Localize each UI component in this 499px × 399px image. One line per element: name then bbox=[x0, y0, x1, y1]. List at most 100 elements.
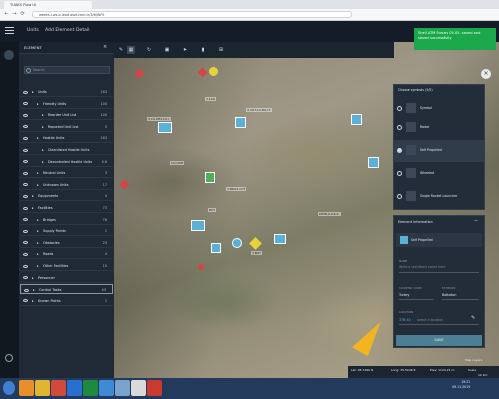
chevron-right-icon[interactable]: ▸ bbox=[33, 285, 35, 295]
select-tool-icon[interactable]: ▦ bbox=[127, 46, 135, 54]
eye-icon[interactable] bbox=[23, 90, 28, 94]
unknown-unit-marker[interactable] bbox=[209, 67, 218, 76]
radio-icon[interactable] bbox=[397, 171, 402, 176]
name-input[interactable]: Write a unit/flea's name here bbox=[399, 265, 445, 269]
tree-row[interactable]: ▸ Bridges 78 bbox=[20, 215, 113, 225]
app-icon[interactable] bbox=[19, 380, 34, 396]
tree-row[interactable]: ▸ Roads 4 bbox=[20, 249, 113, 260]
skype-icon[interactable] bbox=[115, 380, 130, 396]
radio-icon[interactable] bbox=[397, 148, 402, 153]
map-layers-button[interactable]: Map Layers bbox=[465, 358, 482, 362]
friendly-unit-marker[interactable] bbox=[191, 220, 205, 231]
eye-icon[interactable] bbox=[23, 276, 28, 280]
eye-icon[interactable] bbox=[23, 148, 28, 152]
pdf-icon[interactable] bbox=[147, 380, 162, 396]
eye-icon[interactable] bbox=[23, 206, 28, 210]
hamburger-menu-icon[interactable] bbox=[5, 26, 15, 36]
tree-row[interactable]: ▸ Hostile Units 163 bbox=[20, 133, 113, 144]
collapse-icon[interactable]: − bbox=[474, 218, 478, 224]
tree-row[interactable]: ▸ Cleanlisted Hostile Units bbox=[20, 145, 113, 155]
chevron-right-icon[interactable]: ▸ bbox=[37, 168, 39, 178]
tree-row[interactable]: ▸ Supply Points 1 bbox=[20, 226, 113, 237]
radio-icon[interactable] bbox=[397, 125, 402, 130]
eye-icon[interactable] bbox=[23, 252, 28, 256]
chevron-right-icon[interactable]: ▸ bbox=[42, 110, 44, 120]
selected-symbol-row[interactable] bbox=[396, 233, 482, 247]
document-tool-icon[interactable]: ▮ bbox=[199, 46, 207, 54]
tree-row[interactable]: ▸ Personnel bbox=[20, 273, 113, 283]
panel-close-icon[interactable]: × bbox=[103, 44, 107, 50]
tree-row[interactable]: ▸ Obstacles 23 bbox=[20, 238, 113, 248]
eye-icon[interactable] bbox=[23, 194, 28, 198]
chevron-right-icon[interactable]: ▸ bbox=[32, 296, 34, 306]
country-code-select[interactable]: Turkey bbox=[399, 293, 409, 297]
route-tool-icon[interactable]: ➤ bbox=[181, 46, 189, 54]
system-tray-clock[interactable]: 19:21 09.11.2019 bbox=[452, 380, 470, 390]
tree-row[interactable]: ▸ Unknown Units 17 bbox=[20, 180, 113, 190]
tree-row[interactable]: ▸ Known Points 1 bbox=[20, 296, 113, 306]
start-button-icon[interactable] bbox=[3, 381, 15, 395]
save-button[interactable]: SAVE bbox=[396, 335, 482, 346]
tree-row[interactable]: ▸ Reorder Unit List 100 bbox=[20, 110, 113, 121]
chevron-right-icon[interactable]: ▸ bbox=[42, 145, 44, 155]
chevron-right-icon[interactable]: ▸ bbox=[37, 133, 39, 143]
menu-add-element[interactable]: Add Element bbox=[45, 28, 74, 33]
friendly-unit-marker[interactable] bbox=[351, 114, 362, 125]
tree-row[interactable]: ▸ Control Tasks 43 bbox=[20, 284, 113, 295]
browser-tab[interactable]: TUAKS Flow UI bbox=[4, 1, 92, 9]
tree-row[interactable]: ▸ Friendly Units 100 bbox=[20, 99, 113, 109]
location-value[interactable]: 37N 40 bbox=[399, 318, 411, 322]
word-icon[interactable] bbox=[67, 380, 82, 396]
chevron-right-icon[interactable]: ▸ bbox=[37, 238, 39, 248]
eye-icon[interactable] bbox=[23, 136, 28, 140]
eye-icon[interactable] bbox=[24, 288, 29, 292]
tree-row[interactable]: ▸ Neutral Units 3 bbox=[20, 168, 113, 179]
menu-units[interactable]: Units bbox=[27, 28, 39, 33]
chevron-right-icon[interactable]: ▸ bbox=[32, 191, 34, 201]
symbol-option[interactable]: Self Propelled bbox=[393, 140, 485, 162]
location-input[interactable]: select a location bbox=[417, 318, 443, 322]
eye-icon[interactable] bbox=[23, 218, 28, 222]
chevron-right-icon[interactable]: ▸ bbox=[37, 180, 39, 190]
media-icon[interactable] bbox=[51, 380, 66, 396]
eye-icon[interactable] bbox=[23, 299, 28, 303]
layers-icon[interactable] bbox=[4, 50, 14, 60]
eye-icon[interactable] bbox=[23, 102, 28, 106]
back-icon[interactable]: ← bbox=[3, 11, 10, 18]
chevron-right-icon[interactable]: ▸ bbox=[42, 157, 44, 167]
rotate-tool-icon[interactable]: ↻ bbox=[145, 46, 153, 54]
chrome-icon[interactable] bbox=[131, 380, 146, 396]
eye-icon[interactable] bbox=[23, 241, 28, 245]
hostile-unit-marker[interactable] bbox=[198, 264, 204, 270]
pen-tool-icon[interactable]: ✎ bbox=[117, 46, 125, 54]
eye-icon[interactable] bbox=[23, 160, 28, 164]
screen-tool-icon[interactable]: ▣ bbox=[163, 46, 171, 54]
tree-row[interactable]: ▸ Facilities 73 bbox=[20, 203, 113, 213]
symbol-option[interactable]: Single Rocket Launcher bbox=[393, 186, 485, 208]
menu-detail[interactable]: Detail bbox=[76, 28, 90, 33]
friendly-unit-marker[interactable] bbox=[368, 157, 379, 168]
symbol-option[interactable]: Wheeled bbox=[393, 163, 485, 185]
url-input[interactable]: weeks.r.ws.b.lead.aser.com.tr/3/6/WFS bbox=[32, 11, 352, 18]
folder-icon[interactable] bbox=[35, 380, 50, 396]
friendly-unit-marker[interactable] bbox=[235, 117, 246, 128]
eye-icon[interactable] bbox=[23, 171, 28, 175]
radio-icon[interactable] bbox=[397, 106, 402, 111]
friendly-unit-marker[interactable] bbox=[211, 243, 221, 253]
eye-icon[interactable] bbox=[23, 264, 28, 268]
chevron-right-icon[interactable]: ▸ bbox=[37, 261, 39, 271]
forward-icon[interactable]: → bbox=[11, 11, 18, 18]
friendly-unit-marker[interactable] bbox=[232, 238, 242, 248]
close-icon[interactable]: × bbox=[481, 69, 491, 79]
chevron-right-icon[interactable]: ▸ bbox=[32, 87, 34, 97]
chevron-right-icon[interactable]: ▸ bbox=[37, 249, 39, 259]
eye-icon[interactable] bbox=[23, 183, 28, 187]
radio-icon[interactable] bbox=[397, 194, 402, 199]
browser-icon[interactable] bbox=[99, 380, 114, 396]
eye-icon[interactable] bbox=[23, 113, 28, 117]
friendly-unit-marker[interactable] bbox=[274, 234, 286, 244]
chevron-right-icon[interactable]: ▸ bbox=[42, 122, 44, 132]
tree-row[interactable]: ▸ Other Facilities 10 bbox=[20, 261, 113, 271]
chevron-right-icon[interactable]: ▸ bbox=[32, 273, 34, 283]
chevron-right-icon[interactable]: ▸ bbox=[37, 226, 39, 236]
